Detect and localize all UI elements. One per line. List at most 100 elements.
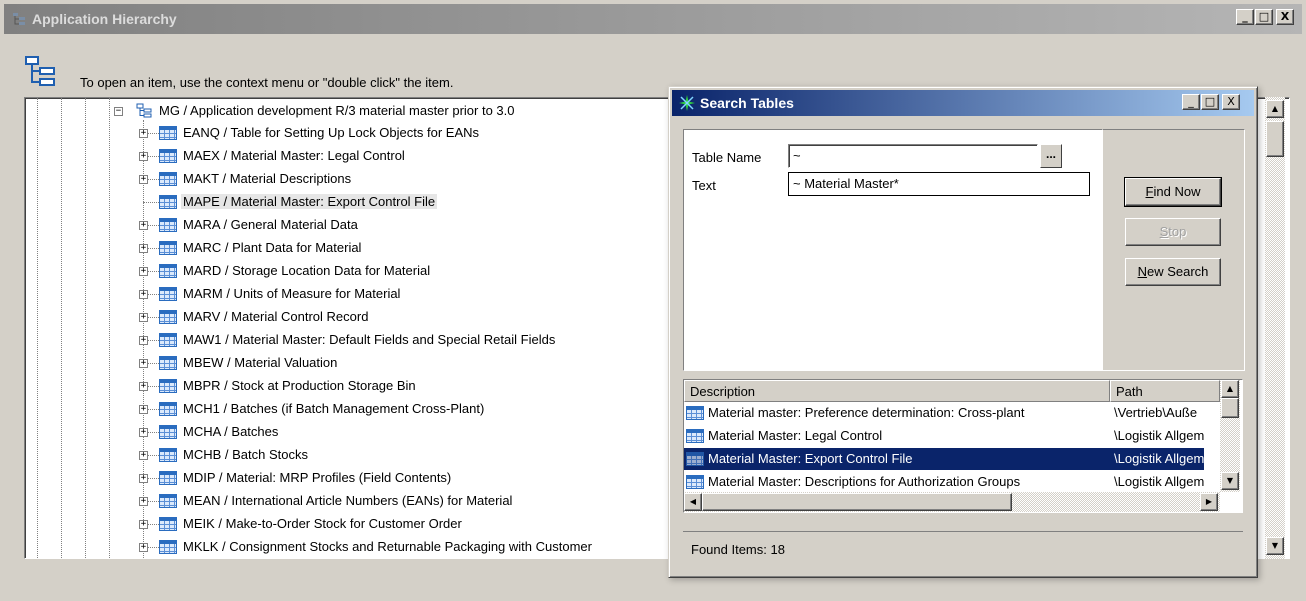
expand-toggle[interactable]: +: [139, 382, 148, 391]
table-icon: [686, 452, 704, 466]
table-name-label: Table Name: [692, 150, 762, 165]
scroll-up-button[interactable]: ▲: [1266, 100, 1284, 118]
expand-toggle[interactable]: +: [139, 474, 148, 483]
expand-toggle[interactable]: +: [139, 405, 148, 414]
scroll-right-button[interactable]: ▶: [1200, 493, 1218, 511]
hierarchy-icon: [13, 13, 25, 25]
table-icon: [159, 333, 177, 347]
path-column-header[interactable]: Path: [1110, 380, 1220, 402]
hierarchy-node-icon: [136, 103, 152, 118]
result-path: \Logistik Allgem: [1114, 428, 1204, 443]
result-description: Material Master: Descriptions for Author…: [708, 474, 1021, 489]
table-icon: [159, 310, 177, 324]
table-icon: [159, 402, 177, 416]
new-search-mnemonic: N: [1137, 264, 1147, 279]
result-description: Material master: Preference determinatio…: [708, 405, 1025, 420]
main-window-title: Application Hierarchy: [32, 11, 177, 27]
new-search-button[interactable]: New Search: [1125, 258, 1221, 286]
search-titlebar[interactable]: Search Tables _ □ X: [672, 90, 1254, 116]
tree-item-label: MAEX / Material Master: Legal Control: [183, 148, 405, 163]
expand-toggle[interactable]: +: [139, 451, 148, 460]
dialog-close-button[interactable]: X: [1222, 94, 1240, 110]
expand-toggle[interactable]: +: [139, 497, 148, 506]
dialog-minimize-button[interactable]: _: [1182, 94, 1200, 110]
find-now-button[interactable]: Find Now: [1124, 177, 1222, 207]
table-icon: [159, 448, 177, 462]
tree-item-label: MCH1 / Batches (if Batch Management Cros…: [183, 401, 485, 416]
tree-root-label: MG / Application development R/3 materia…: [159, 103, 515, 118]
expand-toggle[interactable]: +: [139, 520, 148, 529]
stop-label: top: [1168, 224, 1187, 239]
search-app-icon: [679, 95, 695, 111]
table-icon: [159, 356, 177, 370]
tree-item-label: EANQ / Table for Setting Up Lock Objects…: [183, 125, 479, 140]
table-icon: [159, 241, 177, 255]
result-path: \Vertrieb\Auße: [1114, 405, 1198, 420]
table-icon: [159, 218, 177, 232]
tree-item-label: MBEW / Material Valuation: [183, 355, 338, 370]
tree-item-label: MARA / General Material Data: [183, 217, 358, 232]
text-label: Text: [692, 178, 716, 193]
expand-toggle[interactable]: +: [139, 336, 148, 345]
scroll-left-button[interactable]: ◀: [684, 493, 702, 511]
expand-toggle[interactable]: +: [139, 428, 148, 437]
search-actions-panel: Find Now Stop New Search: [1103, 129, 1245, 371]
result-row[interactable]: Material Master: Legal Control \Logistik…: [684, 425, 1204, 447]
tree-item-label: MARD / Storage Location Data for Materia…: [183, 263, 431, 278]
tree-item-label: MAW1 / Material Master: Default Fields a…: [183, 332, 556, 347]
search-criteria-panel: Table Name ~ ... Text ~ Material Master*: [683, 129, 1103, 371]
expand-toggle[interactable]: +: [139, 313, 148, 322]
find-now-label: ind Now: [1153, 184, 1201, 199]
table-name-input[interactable]: ~: [788, 144, 1038, 168]
expand-toggle[interactable]: +: [139, 244, 148, 253]
table-icon: [686, 429, 704, 443]
dialog-maximize-button[interactable]: □: [1201, 94, 1219, 110]
main-titlebar[interactable]: Application Hierarchy _ □ X: [4, 4, 1302, 34]
result-description: Material Master: Legal Control: [708, 428, 883, 443]
results-horizontal-scrollbar[interactable]: ◀ ▶: [684, 492, 1220, 512]
scroll-thumb[interactable]: [1266, 121, 1284, 157]
scroll-down-button[interactable]: ▼: [1266, 537, 1284, 555]
result-row[interactable]: Material Master: Descriptions for Author…: [684, 471, 1204, 493]
results-vertical-scrollbar[interactable]: ▲ ▼: [1220, 380, 1240, 492]
stop-button[interactable]: Stop: [1125, 218, 1221, 246]
tree-item-label: MEIK / Make-to-Order Stock for Customer …: [183, 516, 462, 531]
table-icon: [159, 172, 177, 186]
browse-button[interactable]: ...: [1040, 144, 1062, 168]
results-list[interactable]: Description Path Material master: Prefer…: [683, 379, 1243, 513]
description-column-header[interactable]: Description: [684, 380, 1110, 402]
result-description: Material Master: Export Control File: [708, 451, 913, 466]
expand-toggle[interactable]: +: [139, 152, 148, 161]
collapse-toggle[interactable]: −: [114, 107, 123, 116]
expand-toggle[interactable]: +: [139, 290, 148, 299]
tree-item-label: MAPE / Material Master: Export Control F…: [181, 194, 438, 209]
found-items-status: Found Items: 18: [691, 542, 785, 557]
tree-item-label: MARV / Material Control Record: [183, 309, 369, 324]
expand-toggle[interactable]: +: [139, 221, 148, 230]
expand-toggle[interactable]: +: [139, 129, 148, 138]
expand-toggle[interactable]: +: [139, 543, 148, 552]
search-tables-dialog: Search Tables _ □ X Table Name ~ ... Tex…: [668, 86, 1258, 578]
status-bar: Found Items: 18: [683, 531, 1243, 563]
table-icon: [159, 264, 177, 278]
expand-toggle[interactable]: +: [139, 175, 148, 184]
table-icon: [159, 425, 177, 439]
close-button[interactable]: X: [1276, 9, 1294, 25]
results-scroll-thumb[interactable]: [1221, 398, 1239, 418]
instruction-text: To open an item, use the context menu or…: [80, 75, 454, 90]
results-scroll-up-button[interactable]: ▲: [1221, 380, 1239, 398]
tree-vertical-scrollbar[interactable]: ▲ ▼: [1265, 97, 1285, 559]
result-row[interactable]: Material master: Preference determinatio…: [684, 402, 1204, 424]
result-path: \Logistik Allgem: [1114, 451, 1204, 466]
tree-item-label: MCHB / Batch Stocks: [183, 447, 308, 462]
tree-item-label: MARC / Plant Data for Material: [183, 240, 362, 255]
text-input[interactable]: ~ Material Master*: [788, 172, 1090, 196]
tree-item-label: MDIP / Material: MRP Profiles (Field Con…: [183, 470, 452, 485]
expand-toggle[interactable]: +: [139, 267, 148, 276]
results-hscroll-thumb[interactable]: [702, 493, 1012, 511]
results-scroll-down-button[interactable]: ▼: [1221, 472, 1239, 490]
expand-toggle[interactable]: +: [139, 359, 148, 368]
minimize-button[interactable]: _: [1236, 9, 1254, 25]
result-row-selected[interactable]: Material Master: Export Control File \Lo…: [684, 448, 1204, 470]
maximize-button[interactable]: □: [1255, 9, 1273, 25]
